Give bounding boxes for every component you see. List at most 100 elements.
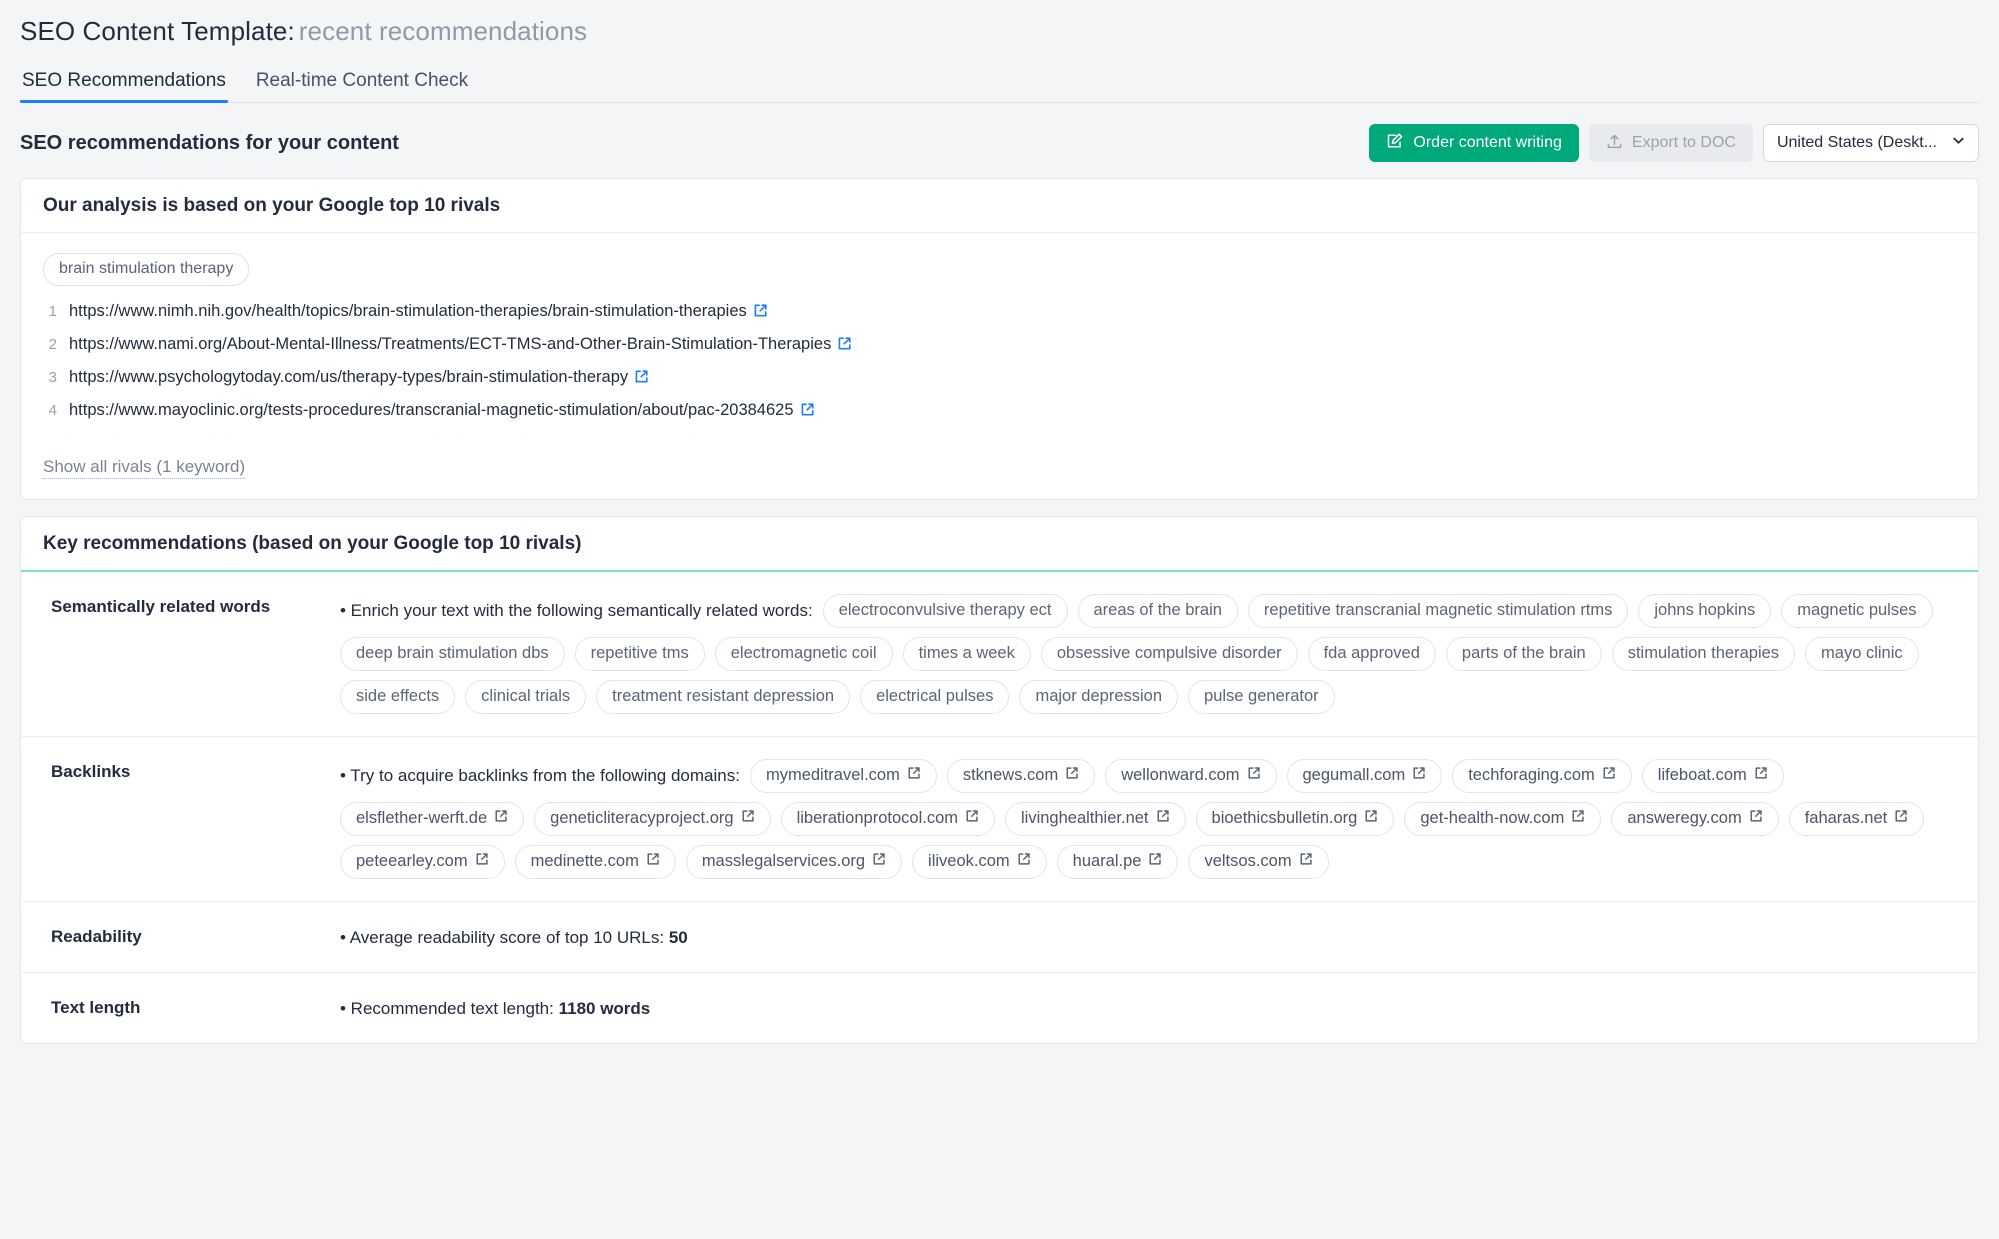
external-link-icon[interactable]	[837, 336, 852, 356]
backlink-domain-label: techforaging.com	[1468, 766, 1595, 784]
external-link-icon	[965, 808, 979, 829]
text-length-value: 1180 words	[558, 999, 651, 1018]
backlink-domain-tag[interactable]: stknews.com	[946, 759, 1096, 793]
keyword-pill[interactable]: brain stimulation therapy	[43, 253, 250, 286]
backlink-domain-tag[interactable]: huaral.pe	[1056, 845, 1179, 879]
backlink-domain-tag[interactable]: get-health-now.com	[1404, 802, 1602, 836]
semantic-word-tag[interactable]: electrical pulses	[860, 680, 1010, 714]
section-heading: SEO recommendations for your content	[20, 132, 399, 154]
semantic-word-tag[interactable]: magnetic pulses	[1781, 594, 1933, 628]
key-recommendations-card: Key recommendations (based on your Googl…	[20, 516, 1979, 1044]
backlink-domain-tag[interactable]: masslegalservices.org	[685, 845, 903, 879]
backlink-domain-tag[interactable]: medinette.com	[514, 845, 676, 879]
backlink-domain-label: mymeditravel.com	[765, 766, 900, 784]
external-link-icon	[1148, 851, 1162, 872]
external-link-icon[interactable]	[634, 369, 649, 389]
backlink-domain-tag[interactable]: elsflether-werft.de	[340, 802, 525, 836]
rival-url-number: 5	[43, 435, 57, 442]
semantic-word-tag[interactable]: mayo clinic	[1805, 637, 1919, 671]
tab-real-time-content-check[interactable]: Real-time Content Check	[254, 70, 470, 102]
backlink-domain-label: answeregy.com	[1627, 809, 1742, 827]
backlink-domain-tag[interactable]: bioethicsbulletin.org	[1195, 802, 1395, 836]
backlink-domain-label: gegumall.com	[1302, 766, 1406, 784]
page-title-main: SEO Content Template:	[20, 16, 295, 46]
backlink-domain-tag[interactable]: mymeditravel.com	[749, 759, 937, 793]
external-link-icon[interactable]	[721, 435, 736, 442]
rival-url-row: 1 https://www.nimh.nih.gov/health/topics…	[43, 302, 1956, 335]
readability-text: • Average readability score of top 10 UR…	[340, 928, 665, 947]
semantic-word-tag[interactable]: repetitive tms	[574, 637, 705, 671]
row-label: Backlinks	[51, 762, 131, 781]
semantic-word-tag[interactable]: areas of the brain	[1077, 594, 1238, 628]
backlink-domain-tag[interactable]: iliveok.com	[912, 845, 1047, 879]
semantic-word-tag[interactable]: treatment resistant depression	[596, 680, 851, 714]
backlink-domain-tag[interactable]: lifeboat.com	[1641, 759, 1784, 793]
rival-url-row: 4 https://www.mayoclinic.org/tests-proce…	[43, 401, 1956, 434]
row-content: • Average readability score of top 10 UR…	[340, 924, 688, 950]
semantic-word-tag[interactable]: electroconvulsive therapy ect	[822, 594, 1068, 628]
tab-seo-recommendations[interactable]: SEO Recommendations	[20, 70, 228, 103]
text-length-text: • Recommended text length:	[340, 999, 554, 1018]
semantic-word-tag[interactable]: johns hopkins	[1638, 594, 1772, 628]
rival-url-text: https://www.psychologytoday.com/us/thera…	[69, 368, 629, 386]
backlink-domain-tag[interactable]: faharas.net	[1788, 802, 1925, 836]
backlink-domain-label: huaral.pe	[1072, 852, 1142, 870]
external-link-icon	[475, 851, 489, 872]
backlink-domain-tag[interactable]: geneticliteracyproject.org	[534, 802, 771, 836]
backlink-domain-tag[interactable]: liberationprotocol.com	[780, 802, 995, 836]
external-link-icon	[1749, 808, 1763, 829]
backlink-domain-tag[interactable]: techforaging.com	[1452, 759, 1632, 793]
semantic-word-tag[interactable]: pulse generator	[1188, 680, 1335, 714]
backlink-domain-tag[interactable]: gegumall.com	[1286, 759, 1443, 793]
row-content: • Recommended text length: 1180 words	[340, 995, 650, 1021]
backlink-domain-label: geneticliteracyproject.org	[550, 809, 734, 827]
recommendation-row-text-length: Text length • Recommended text length: 1…	[21, 973, 1978, 1043]
backlink-domain-label: peteearley.com	[356, 852, 468, 870]
toolbar-actions: Order content writing Export to DOC Unit…	[1369, 124, 1979, 162]
backlink-domain-label: medinette.com	[530, 852, 639, 870]
backlink-domain-label: liberationprotocol.com	[796, 809, 958, 827]
semantic-word-tag[interactable]: major depression	[1019, 680, 1179, 714]
semantic-word-tag[interactable]: repetitive transcranial magnetic stimula…	[1247, 594, 1629, 628]
export-to-doc-label: Export to DOC	[1631, 134, 1736, 151]
semantic-word-tag[interactable]: stimulation therapies	[1611, 637, 1796, 671]
locale-select[interactable]: United States (Deskt...	[1762, 124, 1979, 162]
page-header: SEO Content Template: recent recommendati…	[0, 0, 1999, 103]
external-link-icon[interactable]	[800, 402, 815, 422]
rival-url-text: https://www.mayoclinic.org/tests-procedu…	[69, 401, 794, 419]
backlink-domain-tag[interactable]: veltsos.com	[1188, 845, 1329, 879]
backlink-domain-label: bioethicsbulletin.org	[1211, 809, 1358, 827]
backlink-domain-tag[interactable]: peteearley.com	[340, 845, 505, 879]
external-link-icon	[1602, 765, 1616, 786]
backlink-domain-label: get-health-now.com	[1420, 809, 1565, 827]
semantic-word-tag[interactable]: deep brain stimulation dbs	[340, 637, 565, 671]
show-all-rivals-link[interactable]: Show all rivals (1 keyword)	[43, 456, 246, 479]
backlink-domain-tag[interactable]: wellonward.com	[1105, 759, 1277, 793]
backlink-domain-tag[interactable]: livinghealthier.net	[1005, 802, 1186, 836]
rival-url-text: https://www.nimh.nih.gov/health/topics/b…	[69, 302, 747, 320]
chevron-down-icon	[1951, 133, 1966, 153]
export-to-doc-button[interactable]: Export to DOC	[1588, 124, 1753, 162]
backlink-domain-tag[interactable]: answeregy.com	[1611, 802, 1779, 836]
rivals-card-body: brain stimulation therapy 1 https://www.…	[21, 233, 1978, 499]
semantic-word-tag[interactable]: times a week	[902, 637, 1031, 671]
semantic-word-tag[interactable]: fda approved	[1307, 637, 1436, 671]
backlink-domain-label: elsflether-werft.de	[356, 809, 488, 827]
row-label: Text length	[51, 998, 141, 1017]
rival-url-number: 4	[48, 402, 57, 419]
semantic-word-tag[interactable]: electromagnetic coil	[714, 637, 893, 671]
rival-url-text: https://www.mayoclinic.org/tests-procedu…	[69, 434, 715, 442]
edit-document-icon	[1386, 132, 1404, 154]
semantic-word-tag[interactable]: obsessive compulsive disorder	[1040, 637, 1298, 671]
recommendation-row-semantic-words: Semantically related words • Enrich your…	[21, 572, 1978, 737]
order-content-writing-button[interactable]: Order content writing	[1369, 124, 1579, 162]
backlink-domain-label: masslegalservices.org	[701, 852, 866, 870]
key-recommendations-heading: Key recommendations (based on your Googl…	[21, 517, 1978, 572]
semantic-word-tag[interactable]: clinical trials	[465, 680, 587, 714]
external-link-icon[interactable]	[753, 303, 768, 323]
external-link-icon	[1017, 851, 1031, 872]
semantic-word-tag[interactable]: side effects	[340, 680, 456, 714]
semantic-word-tag[interactable]: parts of the brain	[1445, 637, 1602, 671]
backlink-domain-label: iliveok.com	[928, 852, 1010, 870]
external-link-icon	[1247, 765, 1261, 786]
